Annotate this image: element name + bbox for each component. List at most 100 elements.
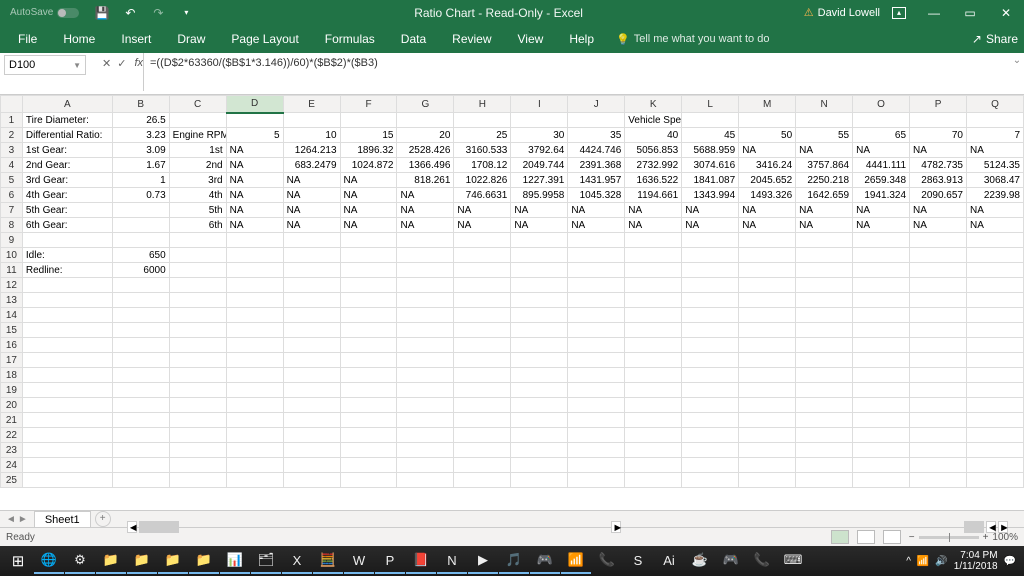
start-button[interactable]: ⊞ (2, 547, 34, 575)
cell[interactable] (739, 293, 796, 308)
cell[interactable] (169, 383, 226, 398)
ribbon-tab-review[interactable]: Review (440, 26, 503, 52)
col-header-E[interactable]: E (283, 96, 340, 113)
cell[interactable]: NA (910, 218, 967, 233)
cell[interactable] (454, 383, 511, 398)
cell[interactable] (625, 428, 682, 443)
cell[interactable] (568, 458, 625, 473)
cell[interactable] (22, 308, 112, 323)
cell[interactable] (967, 368, 1024, 383)
cell[interactable]: 1896.32 (340, 143, 397, 158)
zoom-slider[interactable] (919, 536, 979, 539)
cell[interactable] (112, 383, 169, 398)
cell[interactable] (169, 458, 226, 473)
cell[interactable] (340, 308, 397, 323)
cell[interactable] (283, 323, 340, 338)
col-header-A[interactable]: A (22, 96, 112, 113)
ribbon-tab-insert[interactable]: Insert (109, 26, 163, 52)
cell[interactable]: NA (283, 203, 340, 218)
cell[interactable]: 5056.853 (625, 143, 682, 158)
cell[interactable]: NA (796, 218, 853, 233)
row-header-12[interactable]: 12 (1, 278, 23, 293)
cell[interactable] (22, 413, 112, 428)
cell[interactable] (340, 473, 397, 488)
cell[interactable] (796, 338, 853, 353)
redo-icon[interactable]: ↷ (151, 6, 165, 20)
cell[interactable] (454, 113, 511, 128)
row-header-2[interactable]: 2 (1, 128, 23, 143)
autosave-toggle[interactable] (57, 8, 79, 18)
cell[interactable] (625, 473, 682, 488)
cell[interactable] (511, 413, 568, 428)
cell[interactable] (511, 233, 568, 248)
cell[interactable] (853, 263, 910, 278)
cell[interactable] (454, 428, 511, 443)
cell[interactable] (22, 383, 112, 398)
minimize-button[interactable]: — (920, 6, 948, 20)
cell[interactable] (739, 248, 796, 263)
cell[interactable] (397, 443, 454, 458)
ribbon-tab-draw[interactable]: Draw (165, 26, 217, 52)
cell[interactable]: NA (739, 203, 796, 218)
share-button[interactable]: ↗ Share (972, 32, 1018, 46)
taskbar-app[interactable]: 🧮 (313, 548, 343, 574)
cell[interactable] (397, 338, 454, 353)
cell[interactable] (112, 338, 169, 353)
cell[interactable] (739, 278, 796, 293)
ribbon-tab-help[interactable]: Help (557, 26, 606, 52)
cell[interactable]: 4441.111 (853, 158, 910, 173)
cell[interactable] (22, 293, 112, 308)
cell[interactable] (454, 308, 511, 323)
cell[interactable] (454, 278, 511, 293)
cell[interactable]: 1708.12 (454, 158, 511, 173)
cell[interactable] (967, 293, 1024, 308)
cell[interactable]: 2863.913 (910, 173, 967, 188)
col-header-O[interactable]: O (853, 96, 910, 113)
cell[interactable] (568, 263, 625, 278)
expand-formula-icon[interactable]: ⌄ (1010, 53, 1024, 66)
col-header-M[interactable]: M (739, 96, 796, 113)
cell[interactable] (283, 353, 340, 368)
taskbar-app[interactable]: 🌐 (34, 548, 64, 574)
cell[interactable] (853, 293, 910, 308)
row-header-18[interactable]: 18 (1, 368, 23, 383)
row-header-8[interactable]: 8 (1, 218, 23, 233)
row-header-23[interactable]: 23 (1, 443, 23, 458)
cell[interactable]: 2nd Gear: (22, 158, 112, 173)
cell[interactable] (625, 338, 682, 353)
cell[interactable]: NA (454, 218, 511, 233)
cell[interactable]: 6000 (112, 263, 169, 278)
cell[interactable] (340, 443, 397, 458)
cell[interactable] (283, 308, 340, 323)
cell[interactable]: 6th Gear: (22, 218, 112, 233)
taskbar-app[interactable]: Ai (654, 548, 684, 574)
taskbar-app[interactable]: 📁 (96, 548, 126, 574)
cell[interactable] (739, 233, 796, 248)
cell[interactable] (340, 398, 397, 413)
cell[interactable] (283, 293, 340, 308)
cell[interactable] (397, 113, 454, 128)
cell[interactable] (454, 353, 511, 368)
cell[interactable]: NA (853, 203, 910, 218)
row-header-9[interactable]: 9 (1, 233, 23, 248)
cell[interactable] (910, 338, 967, 353)
cell[interactable] (739, 113, 796, 128)
cell[interactable] (283, 383, 340, 398)
cell[interactable]: NA (283, 188, 340, 203)
cell[interactable] (340, 293, 397, 308)
cell[interactable] (682, 443, 739, 458)
cell[interactable] (112, 293, 169, 308)
cell[interactable] (625, 398, 682, 413)
cell[interactable]: 2528.426 (397, 143, 454, 158)
row-header-21[interactable]: 21 (1, 413, 23, 428)
cell[interactable]: 1264.213 (283, 143, 340, 158)
taskbar-app[interactable]: 🎮 (530, 548, 560, 574)
ribbon-tab-view[interactable]: View (506, 26, 556, 52)
cell[interactable] (226, 428, 283, 443)
cell[interactable]: 70 (910, 128, 967, 143)
cell[interactable] (796, 293, 853, 308)
cell[interactable] (397, 278, 454, 293)
cell[interactable] (796, 383, 853, 398)
cell[interactable]: NA (397, 188, 454, 203)
cell[interactable] (397, 353, 454, 368)
